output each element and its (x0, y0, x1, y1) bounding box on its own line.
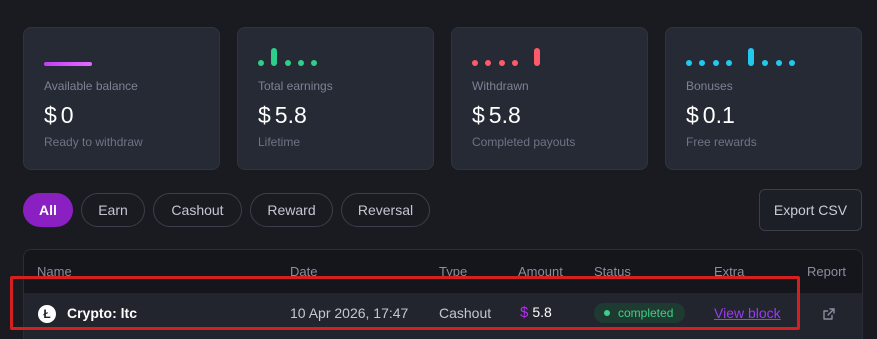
card-subtitle: Completed payouts (472, 135, 576, 149)
filter-reversal-button[interactable]: Reversal (341, 193, 430, 227)
card-value: $0 (44, 102, 74, 128)
card-label: Bonuses (686, 79, 733, 93)
row-amount: $5.8 (520, 304, 552, 321)
stat-card-bonuses: Bonuses $0.1 Free rewards (665, 27, 862, 170)
card-subtitle: Free rewards (686, 135, 757, 149)
litecoin-icon: Ł (38, 305, 56, 323)
table-row[interactable]: Ł Crypto: ltc 10 Apr 2026, 17:47 Cashout… (24, 293, 862, 339)
external-link-icon[interactable] (822, 307, 836, 321)
card-subtitle: Lifetime (258, 135, 301, 149)
column-header-name: Name (37, 264, 72, 279)
transactions-table: Name Date Type Amount Status Extra Repor… (23, 249, 863, 339)
card-label: Total earnings (258, 79, 333, 93)
stat-card-withdrawn: Withdrawn $5.8 Completed payouts (451, 27, 648, 170)
balance-line-icon (44, 48, 104, 68)
card-value: $0.1 (686, 102, 735, 128)
card-subtitle: Ready to withdraw (44, 135, 143, 149)
filter-earn-button[interactable]: Earn (81, 193, 145, 227)
card-value: $5.8 (258, 102, 307, 128)
withdrawn-dots-icon (472, 48, 552, 68)
card-value: $5.8 (472, 102, 521, 128)
stat-card-available-balance: Available balance $0 Ready to withdraw (23, 27, 220, 170)
column-header-date: Date (290, 264, 318, 279)
status-badge: completed (594, 303, 686, 323)
filter-reward-button[interactable]: Reward (250, 193, 333, 227)
view-block-link[interactable]: View block (714, 305, 781, 321)
column-header-report: Report (807, 264, 847, 279)
stat-card-total-earnings: Total earnings $5.8 Lifetime (237, 27, 434, 170)
column-header-type: Type (439, 264, 468, 279)
row-type: Cashout (439, 305, 492, 321)
card-label: Withdrawn (472, 79, 529, 93)
export-csv-button[interactable]: Export CSV (759, 189, 862, 231)
column-header-amount: Amount (518, 264, 563, 279)
row-date: 10 Apr 2026, 17:47 (290, 305, 409, 321)
filter-cashout-button[interactable]: Cashout (153, 193, 242, 227)
bonuses-dots-icon (686, 48, 796, 68)
card-label: Available balance (44, 79, 138, 93)
column-header-status: Status (594, 264, 631, 279)
filter-all-button[interactable]: All (23, 193, 73, 227)
earnings-dots-icon (258, 48, 328, 68)
column-header-extra: Extra (714, 264, 745, 279)
row-name: Crypto: ltc (67, 305, 137, 321)
